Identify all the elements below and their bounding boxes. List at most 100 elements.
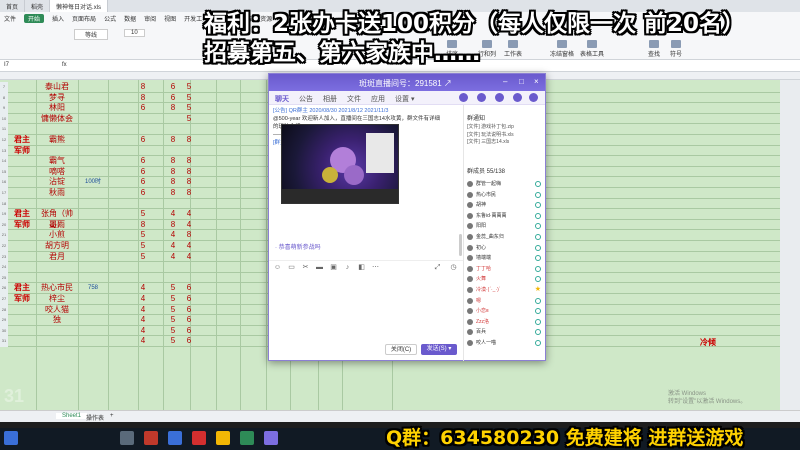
cell[interactable]: 100时 xyxy=(78,177,108,188)
tab-spreadsheet[interactable]: 懒神每日对话.xls xyxy=(50,0,109,12)
taskbar-app-icon[interactable] xyxy=(144,431,158,445)
maximize-icon[interactable]: □ xyxy=(519,77,524,86)
cell[interactable]: 墨雨 xyxy=(36,220,78,231)
cell[interactable] xyxy=(128,124,158,135)
add-member-icon[interactable] xyxy=(513,93,522,102)
gift-icon[interactable]: ◧ xyxy=(357,263,366,272)
cell[interactable]: 4 xyxy=(178,241,200,252)
cell[interactable]: 慵懒体会 xyxy=(36,114,78,125)
cell[interactable]: 军师 xyxy=(8,146,36,157)
menu-file[interactable]: 文件 xyxy=(4,14,16,23)
member-item[interactable]: 胡神 xyxy=(467,200,543,211)
cell[interactable]: 8 xyxy=(128,220,158,231)
cell[interactable] xyxy=(8,188,36,199)
cell[interactable]: 霸熊 xyxy=(36,135,78,146)
cell[interactable] xyxy=(78,252,108,263)
cell[interactable] xyxy=(78,294,108,305)
cell[interactable] xyxy=(78,326,108,337)
cell[interactable] xyxy=(36,124,78,135)
taskbar-app-icon[interactable] xyxy=(216,431,230,445)
tab-chat[interactable]: 聊天 xyxy=(275,94,289,104)
taskbar-app-icon[interactable] xyxy=(264,431,278,445)
cell[interactable]: 咬人猫 xyxy=(36,305,78,316)
cell[interactable] xyxy=(178,199,200,210)
cell[interactable]: 热心市民 xyxy=(36,283,78,294)
member-item[interactable]: 小恋ɞ xyxy=(467,306,543,317)
cell[interactable]: 君主 xyxy=(8,283,36,294)
cell[interactable] xyxy=(78,220,108,231)
cell[interactable]: 4 xyxy=(128,283,158,294)
font-size-select[interactable]: 10 xyxy=(124,29,145,37)
cell[interactable] xyxy=(178,262,200,273)
cell[interactable] xyxy=(178,124,200,135)
cell[interactable]: 4 xyxy=(128,315,158,326)
table-tools-button[interactable]: 表格工具 xyxy=(580,40,604,58)
cell-reference-box[interactable]: I7 xyxy=(4,62,54,68)
member-list[interactable]: 群管一起嗨 热心市民 胡神 东鲁id·萬萬萬 阳阳 金蕊_曲东归 初心 墙端端 丁丁哈 火舞 冷漠·… xyxy=(467,179,543,349)
cell[interactable] xyxy=(78,209,108,220)
cell[interactable] xyxy=(128,146,158,157)
cell[interactable]: 嘀嗒 xyxy=(36,167,78,178)
menu-data[interactable]: 数据 xyxy=(124,14,136,23)
member-item[interactable]: 热心市民 xyxy=(467,190,543,201)
cell[interactable] xyxy=(78,124,108,135)
cell[interactable]: 沾锭 xyxy=(36,177,78,188)
cell[interactable] xyxy=(8,124,36,135)
symbol-button[interactable]: 符号 xyxy=(670,40,682,58)
cell[interactable] xyxy=(8,93,36,104)
cell[interactable] xyxy=(78,336,108,347)
close-button[interactable]: 关闭(C) xyxy=(385,344,417,355)
cell[interactable]: 6 xyxy=(178,336,200,347)
font-name-select[interactable]: 等线 xyxy=(74,29,109,40)
member-item[interactable]: 咬人一喵 xyxy=(467,338,543,349)
send-button[interactable]: 发送(S) ▾ xyxy=(421,344,457,355)
cell[interactable] xyxy=(128,262,158,273)
cell[interactable] xyxy=(8,326,36,337)
cell[interactable]: 6 xyxy=(178,315,200,326)
cell[interactable]: 梦寻 xyxy=(36,93,78,104)
cell[interactable] xyxy=(8,262,36,273)
cell[interactable]: 8 xyxy=(178,135,200,146)
cell[interactable] xyxy=(8,177,36,188)
cell[interactable]: 5 xyxy=(178,82,200,93)
minimize-icon[interactable]: – xyxy=(503,77,507,86)
member-item[interactable]: 冷漠·(ˊ·_·)ˋ ★ xyxy=(467,285,543,296)
taskbar-app-icon[interactable] xyxy=(240,431,254,445)
video-icon[interactable] xyxy=(477,93,486,102)
cell[interactable]: 4 xyxy=(128,294,158,305)
cell[interactable] xyxy=(8,167,36,178)
worksheet-button[interactable]: 工作表 xyxy=(504,40,522,58)
cell[interactable] xyxy=(8,82,36,93)
member-item[interactable]: Zzz洛 xyxy=(467,317,543,328)
cell[interactable]: 霸气 xyxy=(36,156,78,167)
member-item[interactable]: 火舞 xyxy=(467,274,543,285)
screen-share-icon[interactable] xyxy=(495,93,504,102)
cell[interactable]: 秋雨 xyxy=(36,188,78,199)
more-tools-icon[interactable]: ⋯ xyxy=(371,263,380,272)
taskbar-app-icon[interactable] xyxy=(168,431,182,445)
tab-docer[interactable]: 稻壳 xyxy=(25,0,51,12)
menu-view[interactable]: 视图 xyxy=(164,14,176,23)
cell[interactable]: 8 xyxy=(178,230,200,241)
menu-insert[interactable]: 插入 xyxy=(52,14,64,23)
cell[interactable] xyxy=(78,135,108,146)
cell[interactable]: 4 xyxy=(128,336,158,347)
cell[interactable] xyxy=(78,199,108,210)
history-icon[interactable]: ◷ xyxy=(449,263,458,272)
cell[interactable] xyxy=(8,103,36,114)
member-item[interactable]: 金蕊_曲东归 xyxy=(467,232,543,243)
cell[interactable] xyxy=(8,114,36,125)
tab-apps[interactable]: 应用 xyxy=(371,94,385,104)
folder-icon[interactable]: ▬ xyxy=(315,263,324,272)
cell[interactable] xyxy=(78,93,108,104)
cell[interactable]: 5 xyxy=(178,103,200,114)
menu-review[interactable]: 审阅 xyxy=(144,14,156,23)
screenshot-icon[interactable]: ✂ xyxy=(301,263,310,272)
cell[interactable]: 军师 xyxy=(8,220,36,231)
cell[interactable] xyxy=(8,305,36,316)
cell[interactable] xyxy=(8,241,36,252)
cell[interactable] xyxy=(78,273,108,284)
cell[interactable]: 君月 xyxy=(36,252,78,263)
cell[interactable]: 6 xyxy=(178,326,200,337)
phone-icon[interactable] xyxy=(459,93,468,102)
